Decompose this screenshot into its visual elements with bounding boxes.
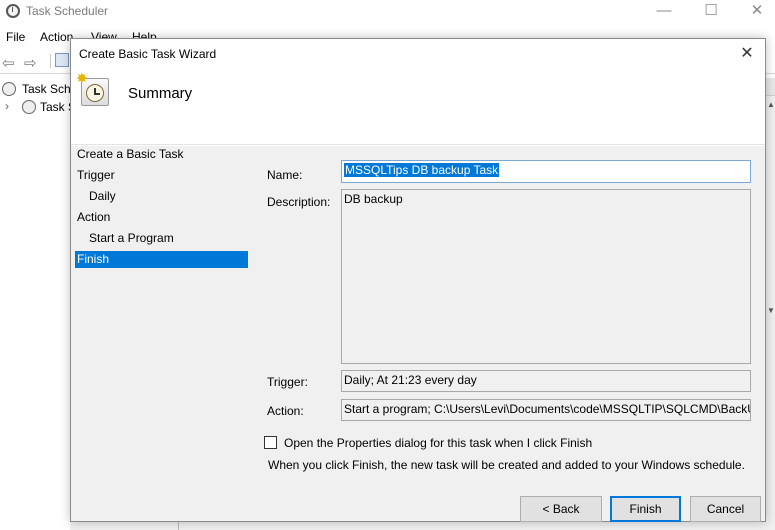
wizard-page-title: Summary xyxy=(128,85,193,102)
step-trigger[interactable]: Trigger xyxy=(75,167,248,184)
dialog-title: Create Basic Task Wizard xyxy=(79,47,217,61)
back-button[interactable]: < Back xyxy=(520,496,602,522)
open-properties-checkbox[interactable] xyxy=(264,436,277,449)
scroll-down-icon[interactable]: ▼ xyxy=(767,306,775,315)
finish-info-text: When you click Finish, the new task will… xyxy=(268,458,745,472)
console-tree: Task Scheduler (Local) › Task Scheduler … xyxy=(0,78,162,530)
dialog-titlebar: Create Basic Task Wizard ✕ xyxy=(71,39,765,69)
description-label: Description: xyxy=(267,195,331,209)
dialog-close-button[interactable]: ✕ xyxy=(729,39,765,69)
minimize-button[interactable]: — xyxy=(641,0,687,24)
step-action[interactable]: Action xyxy=(75,209,248,226)
cancel-button[interactable]: Cancel xyxy=(690,496,761,522)
name-label: Name: xyxy=(267,168,303,182)
finish-button[interactable]: Finish xyxy=(610,496,681,522)
wizard-header: ✸ Summary xyxy=(71,69,765,145)
action-field: Start a program; C:\Users\Levi\Documents… xyxy=(341,399,751,421)
show-console-tree-icon[interactable] xyxy=(55,53,69,67)
create-basic-task-wizard: Create Basic Task Wizard ✕ ✸ Summary Cre… xyxy=(70,38,766,522)
maximize-button[interactable]: ☐ xyxy=(688,0,734,24)
task-scheduler-titlebar: Task Scheduler — ☐ ✕ xyxy=(0,0,775,24)
task-scheduler-clock-icon xyxy=(6,4,20,18)
task-scheduler-title: Task Scheduler xyxy=(26,4,109,18)
window-close-button[interactable]: ✕ xyxy=(734,0,775,24)
description-field-value: DB backup xyxy=(344,192,403,206)
step-start-a-program[interactable]: Start a Program xyxy=(75,230,248,247)
trigger-label: Trigger: xyxy=(267,375,308,389)
trigger-field: Daily; At 21:23 every day xyxy=(341,370,751,392)
scroll-up-icon[interactable]: ▲ xyxy=(767,100,775,109)
step-daily[interactable]: Daily xyxy=(75,188,248,205)
folder-clock-icon xyxy=(22,100,36,114)
description-field[interactable]: DB backup xyxy=(341,189,751,364)
open-properties-label[interactable]: Open the Properties dialog for this task… xyxy=(284,436,592,450)
wizard-body: Create a Basic Task Trigger Daily Action… xyxy=(71,146,765,522)
actions-pane-header xyxy=(766,78,775,96)
action-label: Action: xyxy=(267,404,304,418)
trigger-field-value: Daily; At 21:23 every day xyxy=(344,373,477,387)
menu-action[interactable]: Action xyxy=(40,30,73,44)
back-arrow-icon[interactable]: ⇦ xyxy=(2,54,15,72)
step-finish[interactable]: Finish xyxy=(75,251,248,268)
chevron-right-icon[interactable]: › xyxy=(5,99,9,113)
clock-icon xyxy=(2,82,16,96)
toolbar-separator xyxy=(50,54,51,68)
step-create-basic-task[interactable]: Create a Basic Task xyxy=(75,146,248,163)
pane-divider xyxy=(178,522,179,530)
new-star-icon: ✸ xyxy=(76,70,88,86)
details-pane-strip xyxy=(70,522,766,530)
name-field[interactable]: MSSQLTips DB backup Task xyxy=(341,160,751,183)
menu-file[interactable]: File xyxy=(6,30,25,44)
action-field-value: Start a program; C:\Users\Levi\Documents… xyxy=(344,402,751,416)
name-field-value: MSSQLTips DB backup Task xyxy=(344,163,500,177)
forward-arrow-icon[interactable]: ⇨ xyxy=(24,54,37,72)
